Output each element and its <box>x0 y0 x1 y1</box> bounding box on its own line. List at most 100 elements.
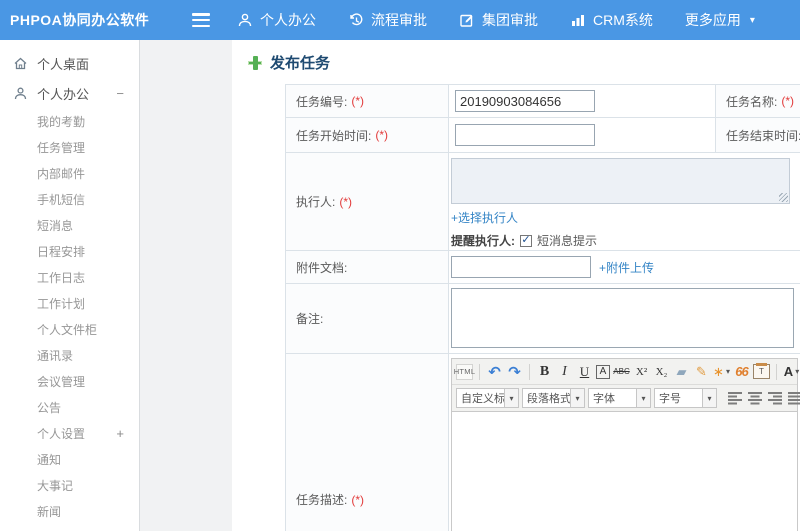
redo-icon[interactable]: ↷ <box>506 362 523 381</box>
page-title: 发布任务 <box>248 52 330 73</box>
format-brush-icon[interactable]: ✎ <box>693 362 710 381</box>
add-plus-icon <box>248 55 262 70</box>
resize-grip-icon[interactable] <box>779 193 788 202</box>
sidebar-item-notice[interactable]: 通知 <box>0 446 139 472</box>
sidebar-item-my-attendance[interactable]: 我的考勤 <box>0 108 139 134</box>
task-no-input[interactable] <box>455 90 595 112</box>
publish-task-form: 任务编号:(*) 任务名称:(*) 任务开始时间:(*) 任务结束时间:(*) … <box>285 84 800 531</box>
sidebar-item-schedule[interactable]: 日程安排 <box>0 238 139 264</box>
attachment-input[interactable] <box>451 256 591 278</box>
font-family-select[interactable]: 字体 ▾ <box>588 388 651 408</box>
sidebar-item-personal-files[interactable]: 个人文件柜 <box>0 316 139 342</box>
align-justify-icon[interactable] <box>788 391 800 405</box>
superscript-button[interactable]: X² <box>633 362 650 381</box>
align-right-icon[interactable] <box>768 391 784 405</box>
editor-content-area[interactable] <box>452 412 797 531</box>
start-time-label: 任务开始时间: (*) <box>286 118 449 153</box>
undo-icon[interactable]: ↶ <box>486 362 503 381</box>
topbar: PHPOA协同办公软件 个人办公 流程审批 集团审批 CRM系统 更多应用 ▾ <box>0 0 800 40</box>
executor-cell: +选择执行人 提醒执行人: ✓ 短消息提示 <box>449 153 800 251</box>
sidebar-item-announcement[interactable]: 公告 <box>0 394 139 420</box>
font-color-button[interactable]: A ▾ <box>783 362 800 381</box>
start-time-input[interactable] <box>455 124 595 146</box>
collapse-icon[interactable]: − <box>116 86 124 101</box>
paste-text-icon[interactable]: T <box>753 363 770 379</box>
blockquote-button[interactable]: 66 <box>733 362 750 381</box>
sidebar-item-task-management[interactable]: 任务管理 <box>0 134 139 160</box>
remark-cell <box>449 284 800 354</box>
remark-textarea[interactable] <box>451 288 794 348</box>
sidebar-item-news[interactable]: 新闻 <box>0 498 139 524</box>
sidebar-item-internal-mail[interactable]: 内部邮件 <box>0 160 139 186</box>
sidebar-item-personal-desktop[interactable]: 个人桌面 <box>0 48 139 78</box>
paragraph-format-select[interactable]: 段落格式 ▾ <box>522 388 585 408</box>
task-description-label: 任务描述: (*) <box>286 354 449 531</box>
sidebar-item-sms[interactable]: 手机短信 <box>0 186 139 212</box>
attachment-upload-link[interactable]: +附件上传 <box>599 259 654 276</box>
menu-toggle-icon[interactable] <box>192 13 210 27</box>
editor-toolbar-row1: HTML ↶ ↷ B I U A ABC X² X₂ ▰ ✎ ∗▾ 66 T <box>452 359 800 385</box>
align-left-icon[interactable] <box>728 391 744 405</box>
executor-label: 执行人: (*) <box>286 153 449 251</box>
chevron-down-icon: ▾ <box>570 389 584 407</box>
user-icon <box>13 86 28 101</box>
sms-remind-checkbox[interactable]: ✓ <box>520 234 532 247</box>
chevron-down-icon: ▾ <box>504 389 518 407</box>
italic-button[interactable]: I <box>556 362 573 381</box>
home-icon <box>13 56 28 71</box>
start-time-cell <box>449 118 716 153</box>
font-size-select[interactable]: 字号 ▾ <box>654 388 717 408</box>
sidebar-item-memorabilia[interactable]: 大事记 <box>0 472 139 498</box>
editor-toolbar-row2: 自定义标题▾ 段落格式▾ 字体▾ 字号▾ <box>452 385 800 412</box>
edit-icon <box>459 12 475 28</box>
nav-group-approval[interactable]: 集团审批 <box>459 10 538 30</box>
remind-executor-label: 提醒执行人: <box>451 234 515 248</box>
nav-personal-office[interactable]: 个人办公 <box>237 10 316 30</box>
remark-label: 备注: <box>286 284 449 354</box>
toolbar-separator <box>479 363 480 380</box>
bar-chart-icon <box>570 12 586 28</box>
toolbar-separator <box>529 363 530 380</box>
sidebar-item-contacts[interactable]: 通讯录 <box>0 342 139 368</box>
attachment-label: 附件文档: <box>286 251 449 284</box>
sidebar-item-work-plan[interactable]: 工作计划 <box>0 290 139 316</box>
toolbar-separator <box>776 363 777 380</box>
sidebar-item-personal-office[interactable]: 个人办公 − <box>0 78 139 108</box>
font-attribute-button[interactable]: A <box>596 364 610 379</box>
page-title-text: 发布任务 <box>270 55 331 72</box>
sidebar-item-short-message[interactable]: 短消息 <box>0 212 139 238</box>
strikethrough-button[interactable]: ABC <box>613 362 630 381</box>
nav-crm-system[interactable]: CRM系统 <box>570 10 653 30</box>
chevron-down-icon: ▾ <box>702 389 716 407</box>
rich-text-editor: HTML ↶ ↷ B I U A ABC X² X₂ ▰ ✎ ∗▾ 66 T <box>451 358 800 531</box>
task-name-label: 任务名称: (*) <box>716 85 800 118</box>
sidebar: 个人桌面 个人办公 − 我的考勤 任务管理 内部邮件 手机短信 短消息 日程安排… <box>0 40 140 531</box>
nav-more-apps[interactable]: 更多应用 ▾ <box>685 10 755 30</box>
subscript-button[interactable]: X₂ <box>653 362 670 381</box>
sidebar-item-work-log[interactable]: 工作日志 <box>0 264 139 290</box>
sidebar-item-meeting-management[interactable]: 会议管理 <box>0 368 139 394</box>
nav-workflow-approval[interactable]: 流程审批 <box>348 10 427 30</box>
task-no-label: 任务编号: (*) <box>286 85 449 118</box>
sms-remind-label: 短消息提示 <box>537 234 598 248</box>
end-time-label: 任务结束时间:(*) <box>716 118 800 153</box>
history-clock-icon <box>348 12 364 28</box>
bold-button[interactable]: B <box>536 362 553 381</box>
main-content-panel: 发布任务 任务编号:(*) 任务名称:(*) 任务开始时间:(*) 任务结束时间… <box>232 40 800 531</box>
task-description-cell: HTML ↶ ↷ B I U A ABC X² X₂ ▰ ✎ ∗▾ 66 T <box>449 354 800 531</box>
html-source-button[interactable]: HTML <box>454 363 475 380</box>
expand-icon[interactable]: + <box>116 426 124 441</box>
choose-executor-link[interactable]: +选择执行人 <box>451 211 518 225</box>
quick-format-wand-icon[interactable]: ∗ ▾ <box>713 362 730 381</box>
user-icon <box>237 12 253 28</box>
underline-button[interactable]: U <box>576 362 593 381</box>
executor-textarea[interactable] <box>451 158 790 204</box>
task-no-cell <box>449 85 716 118</box>
chevron-down-icon: ▾ <box>636 389 650 407</box>
sidebar-item-personal-settings[interactable]: 个人设置 + <box>0 420 139 446</box>
attachment-cell: +附件上传 <box>449 251 800 284</box>
app-logo: PHPOA协同办公软件 <box>10 12 150 28</box>
align-center-icon[interactable] <box>748 391 764 405</box>
remove-format-eraser-icon[interactable]: ▰ <box>673 362 690 381</box>
custom-title-select[interactable]: 自定义标题▾ <box>456 388 519 408</box>
